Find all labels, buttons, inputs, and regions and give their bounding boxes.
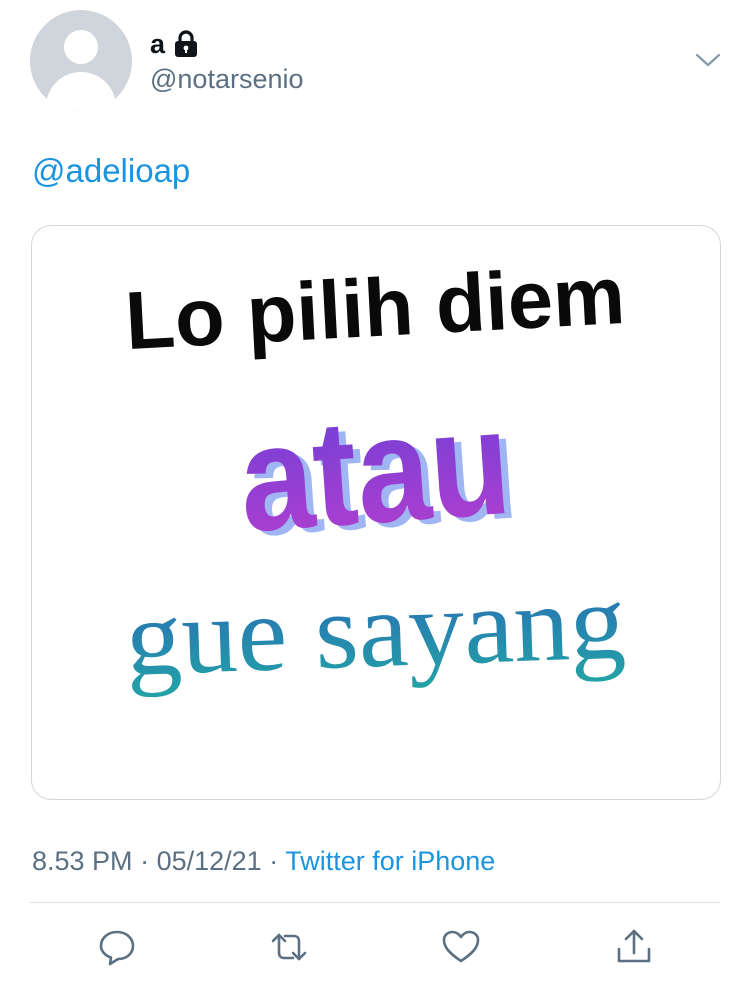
- tweet-date[interactable]: 05/12/21: [157, 846, 262, 876]
- media-line-1: Lo pilih diem: [123, 250, 627, 367]
- share-icon: [617, 929, 651, 963]
- avatar-head: [64, 30, 98, 64]
- meta-separator: ·: [140, 846, 150, 876]
- meta-separator: ·: [269, 846, 279, 876]
- media-line-3: gue sayang: [124, 562, 628, 698]
- tweet-time: 8.53 PM: [32, 846, 133, 876]
- chevron-down-icon[interactable]: [694, 50, 722, 70]
- display-name[interactable]: a: [150, 28, 165, 60]
- avatar-shoulders: [46, 72, 116, 112]
- author-name-row[interactable]: a: [150, 28, 199, 60]
- tweet-media-image[interactable]: Lo pilih diem atau atau gue sayang: [31, 225, 721, 800]
- share-button[interactable]: [614, 927, 654, 967]
- reply-button[interactable]: [97, 927, 137, 967]
- lock-icon: [175, 30, 198, 57]
- tweet-source[interactable]: Twitter for iPhone: [285, 846, 495, 876]
- tweet-text-mention[interactable]: @adelioap: [32, 152, 190, 190]
- like-icon: [442, 930, 480, 963]
- tweet-meta: 8.53 PM · 05/12/21 · Twitter for iPhone: [32, 846, 495, 877]
- author-handle[interactable]: @notarsenio: [150, 64, 304, 95]
- reply-icon: [99, 930, 135, 966]
- divider: [30, 902, 720, 903]
- like-button[interactable]: [441, 927, 481, 967]
- avatar[interactable]: [30, 10, 132, 112]
- retweet-icon: [271, 933, 307, 961]
- retweet-button[interactable]: [269, 927, 309, 967]
- media-line-2: atau: [234, 377, 515, 563]
